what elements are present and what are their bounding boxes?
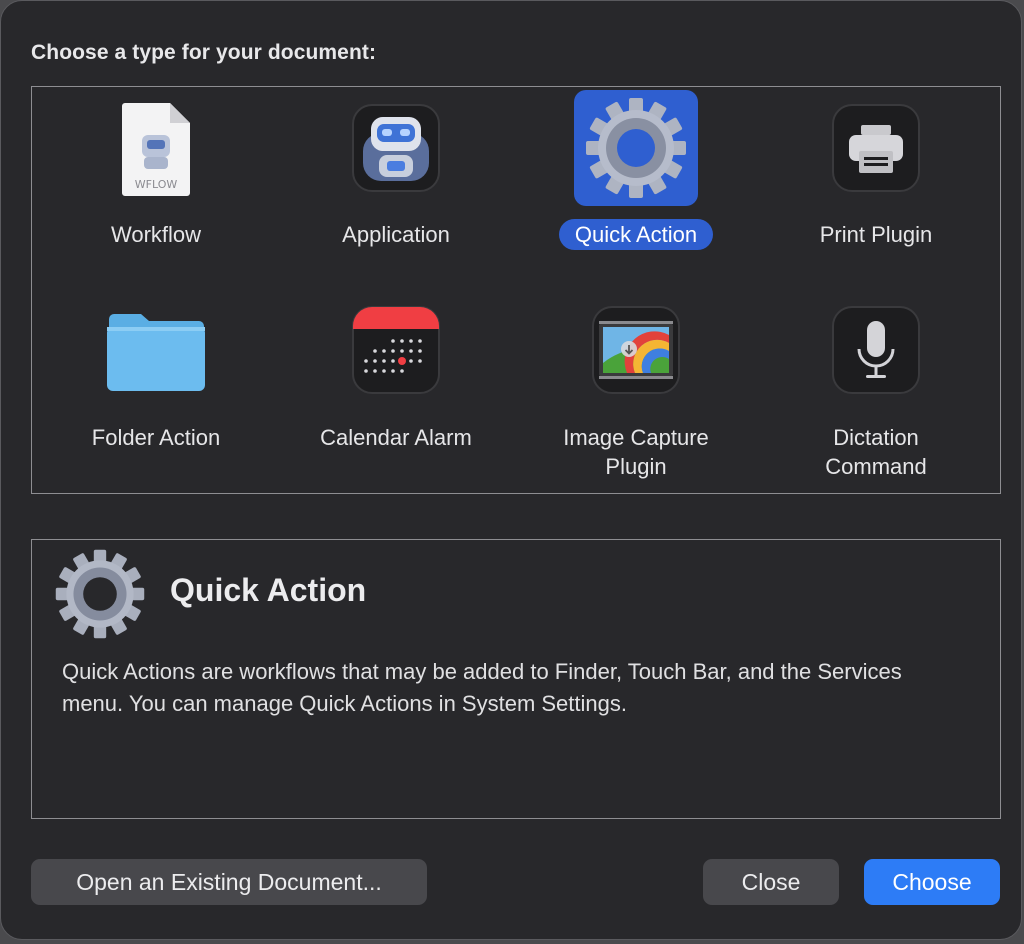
document-type-grid: WFLOW Workflow Application Quick Action …: [31, 86, 1001, 494]
open-existing-document-button[interactable]: Open an Existing Document...: [31, 859, 427, 905]
type-label: Dictation Command: [825, 425, 927, 479]
calendar-icon: [352, 306, 440, 394]
image-capture-icon: [592, 306, 680, 394]
description-panel: Quick Action Quick Actions are workflows…: [31, 539, 1001, 819]
type-dictation-command[interactable]: Dictation Command: [756, 297, 996, 487]
type-label: Folder Action: [91, 425, 221, 450]
type-workflow[interactable]: WFLOW Workflow: [36, 87, 276, 287]
close-button[interactable]: Close: [703, 859, 839, 905]
type-image-capture-plugin[interactable]: Image Capture Plugin: [516, 297, 756, 487]
gear-icon: [586, 98, 686, 198]
type-application[interactable]: Application: [276, 87, 516, 287]
automator-robot-icon: [352, 104, 440, 192]
dialog-heading: Choose a type for your document:: [31, 41, 377, 64]
type-label: Quick Action: [516, 219, 756, 250]
type-label: Image Capture Plugin: [563, 425, 709, 479]
type-folder-action[interactable]: Folder Action: [36, 297, 276, 487]
type-label: Application: [342, 222, 450, 247]
microphone-icon: [832, 306, 920, 394]
description-title: Quick Action: [170, 572, 367, 608]
document-type-dialog: Choose a type for your document: WFLOW W…: [0, 0, 1022, 940]
description-text: Quick Actions are workflows that may be …: [62, 659, 902, 716]
workflow-document-icon: WFLOW: [122, 103, 190, 196]
type-label: Calendar Alarm: [320, 425, 472, 450]
type-quick-action[interactable]: Quick Action: [516, 87, 756, 287]
type-label: Workflow: [110, 222, 202, 247]
type-label: Print Plugin: [819, 222, 933, 247]
printer-icon: [832, 104, 920, 192]
type-calendar-alarm[interactable]: Calendar Alarm: [276, 297, 516, 487]
gear-icon: [55, 549, 145, 639]
folder-icon: [107, 314, 205, 391]
choose-button[interactable]: Choose: [864, 859, 1000, 905]
type-print-plugin[interactable]: Print Plugin: [756, 87, 996, 287]
svg-text:WFLOW: WFLOW: [135, 178, 178, 191]
